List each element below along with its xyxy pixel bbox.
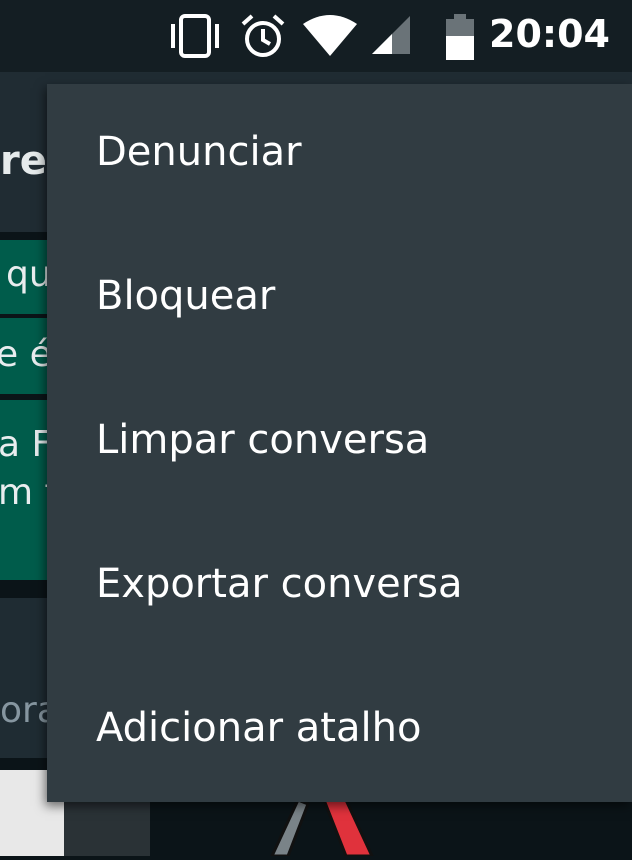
overflow-menu: Denunciar Bloquear Limpar conversa Expor…	[47, 84, 632, 802]
menu-item-label: Denunciar	[96, 129, 302, 175]
message-bubble: a F m t	[0, 400, 50, 580]
background-panel	[64, 800, 150, 856]
menu-item-label: Adicionar atalho	[96, 705, 422, 751]
message-input-area	[0, 598, 50, 758]
menu-item-add-shortcut[interactable]: Adicionar atalho	[47, 660, 632, 804]
message-text: m t	[0, 472, 50, 513]
battery-icon	[446, 14, 474, 64]
menu-item-label: Limpar conversa	[96, 417, 430, 463]
wifi-icon	[303, 14, 357, 62]
menu-item-label: Exportar conversa	[96, 561, 463, 607]
menu-item-block[interactable]: Bloquear	[47, 228, 632, 372]
message-text: e é	[0, 334, 50, 375]
sticker-image	[150, 798, 380, 860]
menu-item-report[interactable]: Denunciar	[47, 84, 632, 228]
menu-item-clear-chat[interactable]: Limpar conversa	[47, 372, 632, 516]
message-text: qu	[6, 254, 50, 295]
clock-time: 20:04	[489, 12, 610, 56]
message-text: a F	[0, 424, 50, 465]
menu-item-export-chat[interactable]: Exportar conversa	[47, 516, 632, 660]
alarm-icon	[240, 14, 286, 64]
signal-icon	[372, 14, 412, 60]
message-bubble: e é	[0, 318, 50, 394]
message-bubble: qu	[0, 240, 50, 314]
status-bar: 20:04	[0, 0, 632, 72]
chat-title-fragment: re	[0, 138, 47, 184]
menu-item-label: Bloquear	[96, 273, 276, 319]
vibrate-icon	[168, 14, 222, 62]
